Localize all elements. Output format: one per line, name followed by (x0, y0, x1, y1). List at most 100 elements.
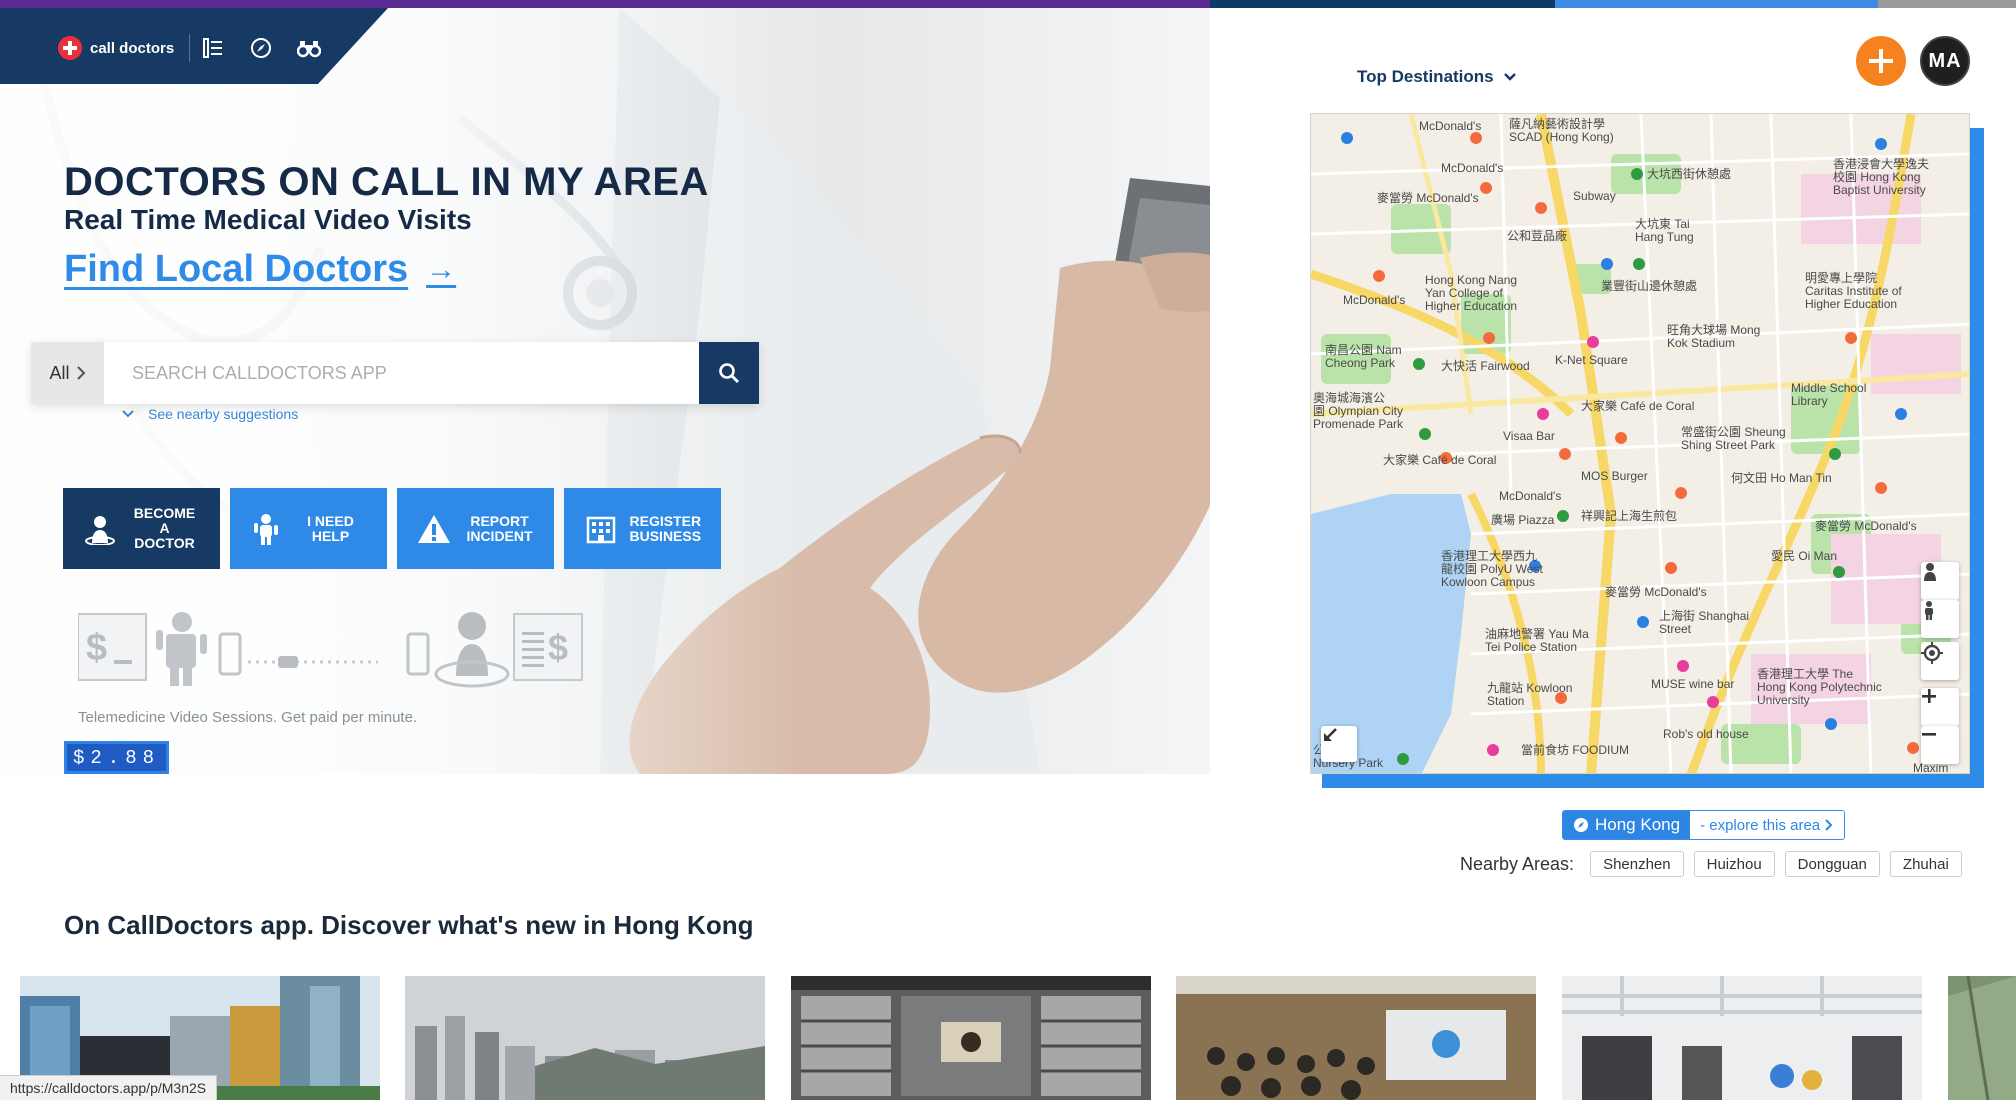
brand-logo[interactable]: call doctors (58, 36, 174, 60)
map-label: McDonald's (1343, 293, 1406, 307)
nearby-area-shenzhen[interactable]: Shenzhen (1590, 851, 1684, 877)
search-category-label: All (49, 362, 70, 383)
register-business-label: REGISTER BUSINESS (629, 512, 702, 544)
map-label: 愛民 Oi Man (1771, 549, 1838, 563)
become-doctor-label: BECOME A DOCTOR (133, 505, 196, 551)
report-incident-button[interactable]: REPORT INCIDENT (397, 488, 554, 569)
compass-icon[interactable] (248, 36, 274, 60)
svg-text:$: $ (548, 627, 568, 668)
i-need-help-button[interactable]: I NEED HELP (230, 488, 387, 569)
plus-icon (1869, 49, 1893, 73)
map-doctor-filter-button[interactable] (1921, 562, 1959, 600)
map-label: 廣場 Piazza (1491, 513, 1555, 527)
map-label: 公和荳品廠 (1507, 229, 1568, 243)
list-icon[interactable] (200, 36, 226, 60)
chevron-right-icon (76, 366, 85, 380)
library-image (791, 976, 1151, 1100)
strip-segment-gray (1878, 0, 2016, 8)
skyline-image (405, 976, 765, 1100)
minus-icon (1922, 733, 1936, 736)
register-business-button[interactable]: REGISTER BUSINESS (564, 488, 721, 569)
map-label: 常盛街公園 Sheung Shing Street Park (1681, 425, 1786, 452)
add-button[interactable] (1856, 36, 1906, 86)
map-zoom-in-button[interactable] (1921, 688, 1959, 726)
discover-thumbnails (20, 976, 2016, 1100)
map-label: MUSE wine bar (1651, 677, 1735, 691)
binoculars-icon[interactable] (296, 36, 322, 60)
discover-card-6[interactable] (1948, 976, 2016, 1100)
see-nearby-suggestions-link[interactable]: See nearby suggestions (122, 406, 298, 422)
map-label: 大家樂 Café de Coral (1581, 399, 1695, 413)
map-zoom-out-button[interactable] (1921, 726, 1959, 764)
strip-segment-navy (1210, 0, 1555, 8)
doctor-icon (1924, 563, 1936, 581)
map-label: 旺角大球場 Mong Kok Stadium (1667, 323, 1761, 350)
discover-card-2[interactable] (405, 976, 765, 1100)
see-nearby-suggestions-text: See nearby suggestions (148, 406, 299, 422)
find-local-doctors-text: Find Local Doctors (64, 248, 409, 290)
become-doctor-button[interactable]: BECOME A DOCTOR (63, 488, 220, 569)
brand-name: call doctors (90, 39, 175, 57)
action-buttons: BECOME A DOCTOR I NEED HELP REPORT INCID… (63, 488, 721, 569)
current-area-name: Hong Kong (1595, 815, 1681, 834)
strip-segment-purple (0, 0, 1210, 8)
nearby-areas: Nearby Areas: Shenzhen Huizhou Dongguan … (1460, 851, 1962, 877)
status-bar-url: https://calldoctors.app/p/M3n2S (0, 1075, 218, 1100)
top-nav: call doctors (0, 8, 388, 84)
discover-heading: On CallDoctors app. Discover what's new … (64, 910, 754, 940)
price-per-minute: $2.88 (64, 741, 169, 774)
map-label: Middle School Library (1791, 381, 1867, 408)
discover-card-4[interactable] (1176, 976, 1536, 1100)
compass-icon (1574, 818, 1588, 832)
top-color-strip (0, 0, 2016, 8)
map-label: 何文田 Ho Man Tin (1731, 471, 1832, 485)
search-button[interactable] (699, 342, 759, 404)
person-icon (1925, 601, 1933, 620)
area-map[interactable]: McDonald's 薩凡納藝術設計學 SCAD (Hong Kong) McD… (1310, 113, 1970, 774)
top-destinations-label: Top Destinations (1357, 67, 1494, 86)
map-label: Hong Kong Nang Yan College of Higher Edu… (1425, 273, 1518, 313)
search-input[interactable] (104, 342, 699, 404)
map-label: 南昌公園 Nam Cheong Park (1325, 343, 1402, 370)
top-destinations-dropdown[interactable]: Top Destinations (1357, 67, 1516, 87)
search-category-select[interactable]: All (31, 342, 104, 404)
nearby-area-huizhou[interactable]: Huizhou (1693, 851, 1775, 877)
find-local-doctors-link[interactable]: Find Local Doctors → (64, 248, 456, 291)
discover-card-5[interactable] (1562, 976, 1922, 1100)
map-label: 業豐街山邊休憩處 (1601, 279, 1698, 293)
building-icon (586, 516, 615, 543)
report-incident-label: REPORT INCIDENT (466, 512, 533, 544)
event-audience-image (1176, 976, 1536, 1100)
gym-image (1562, 976, 1922, 1100)
map-locate-button[interactable] (1921, 642, 1959, 680)
map-label: K-Net Square (1555, 353, 1628, 367)
map-label: Visaa Bar (1503, 429, 1555, 443)
user-avatar[interactable]: MA (1920, 36, 1970, 86)
current-area-chip[interactable]: Hong Kong - explore this area (1562, 810, 1846, 840)
map-label: Subway (1573, 189, 1616, 203)
map-label: 大家樂 Café de Coral (1383, 453, 1497, 467)
doctor-icon (84, 515, 115, 545)
map-person-filter-button[interactable] (1921, 600, 1959, 638)
map-expand-button[interactable] (1321, 726, 1357, 762)
current-area[interactable]: Hong Kong (1563, 811, 1691, 839)
map-label: MOS Burger (1581, 469, 1648, 483)
map-label: 麥當勞 McDonald's (1815, 519, 1917, 533)
nearby-area-zhuhai[interactable]: Zhuhai (1889, 851, 1962, 877)
telemedicine-process-graphic: $ $ (78, 612, 583, 688)
chevron-right-icon (1825, 819, 1833, 831)
greenhouse-image (1948, 976, 2016, 1100)
telemedicine-note: Telemedicine Video Sessions. Get paid pe… (78, 709, 418, 726)
arrow-expand-icon (1324, 728, 1337, 741)
explore-area-link[interactable]: - explore this area (1690, 811, 1845, 839)
map-label: Rob's old house (1663, 727, 1749, 741)
map-label: 大快活 Fairwood (1441, 359, 1530, 373)
map-label: 大坑東 Tai Hang Tung (1635, 217, 1694, 244)
map-label: 九龍站 Kowloon Station (1487, 681, 1573, 708)
discover-card-3[interactable] (791, 976, 1151, 1100)
map-label: McDonald's (1441, 161, 1504, 175)
map-label: 麥當勞 McDonald's (1605, 585, 1707, 599)
nearby-area-dongguan[interactable]: Dongguan (1784, 851, 1880, 877)
map-label: McDonald's (1419, 119, 1482, 133)
arrow-right-icon: → (426, 252, 457, 286)
